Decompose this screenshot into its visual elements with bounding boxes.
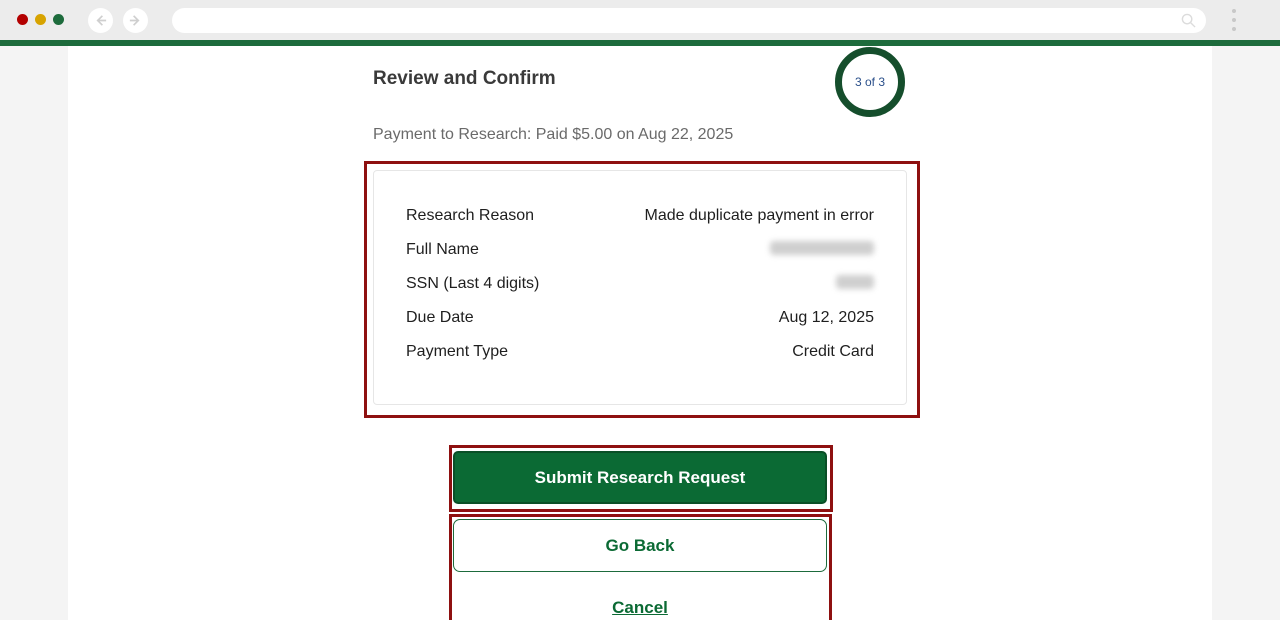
kebab-menu-icon[interactable] (1230, 9, 1238, 33)
address-bar[interactable] (172, 8, 1206, 33)
window-close-dot[interactable] (17, 14, 28, 25)
forward-button[interactable] (123, 8, 148, 33)
browser-toolbar (0, 0, 1280, 40)
arrow-left-icon (96, 15, 107, 26)
step-indicator-label: 3 of 3 (854, 75, 886, 89)
highlight-frame-back-cancel (449, 514, 832, 620)
page-title: Review and Confirm (373, 68, 556, 89)
window-minimize-dot[interactable] (35, 14, 46, 25)
back-button[interactable] (88, 8, 113, 33)
payment-summary: Payment to Research: Paid $5.00 on Aug 2… (373, 126, 734, 143)
highlight-frame-details (364, 161, 920, 418)
search-icon (1181, 13, 1196, 28)
window-maximize-dot[interactable] (53, 14, 64, 25)
step-indicator: 3 of 3 (835, 47, 905, 117)
highlight-frame-submit (449, 445, 833, 512)
arrow-right-icon (129, 15, 140, 26)
